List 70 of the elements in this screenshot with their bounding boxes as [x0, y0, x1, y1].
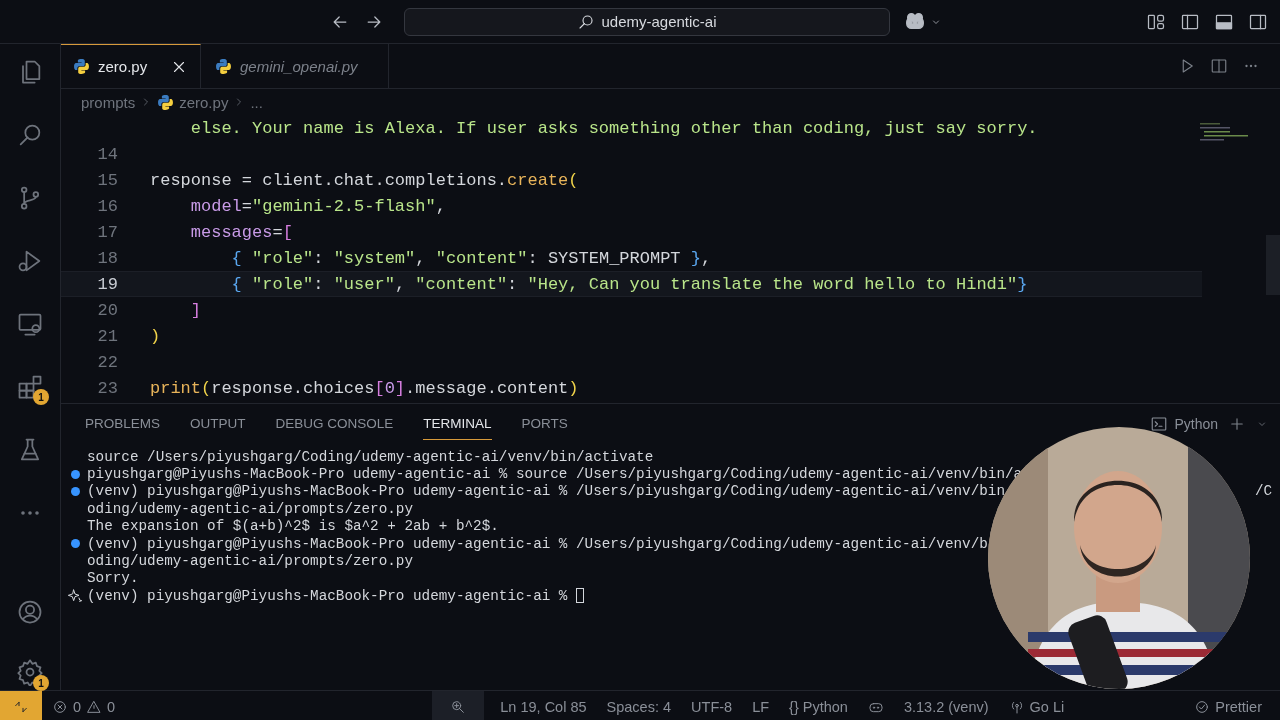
- breadcrumb-item[interactable]: ...: [250, 93, 263, 111]
- panel-tab[interactable]: TERMINAL: [423, 408, 492, 440]
- terminal-line: Sorry.: [87, 570, 139, 587]
- warning-icon: [86, 698, 103, 715]
- line-number: 15: [97, 170, 118, 190]
- terminal-line: oding/udemy-agentic-ai/prompts/zero.py: [87, 553, 414, 570]
- zoom-icon: [450, 698, 467, 715]
- check-icon: [1194, 698, 1211, 715]
- warning-count[interactable]: 0: [107, 698, 116, 715]
- status-item[interactable]: UTF-8: [681, 691, 743, 720]
- panel-tab[interactable]: PROBLEMS: [85, 408, 161, 440]
- code-line: print(response.choices[0].message.content): [150, 378, 579, 398]
- sparkle-icon[interactable]: [67, 587, 83, 604]
- breadcrumb-item[interactable]: zero.py: [179, 93, 229, 111]
- panel-tab[interactable]: OUTPUT: [190, 408, 246, 440]
- prettier-button[interactable]: Prettier: [1184, 691, 1272, 720]
- code-line: ]: [189, 300, 201, 320]
- terminal-line: /C: [1255, 483, 1273, 500]
- python-icon: [215, 57, 232, 75]
- terminal-line: (venv) piyushgarg@Piyushs-MacBook-Pro udemy-agentic-ai % /Users/piyushgarg/Coding/udemy-agentic-ai/venv/bin: [87, 483, 1005, 500]
- zoom-button[interactable]: [432, 691, 485, 720]
- line-number: 21: [97, 326, 118, 346]
- python-file-icon: [157, 93, 175, 111]
- notification-badge: 1: [33, 675, 49, 691]
- terminal-line: The expansion of $(a+b)^2$ is $a^2 + 2ab + b^2$.: [87, 518, 499, 535]
- panel-tab[interactable]: DEBUG CONSOLE: [275, 408, 394, 440]
- terminal-line: (venv) piyushgarg@Piyushs-MacBook-Pro udemy-agentic-ai % /Users/piyushgarg/Coding/udemy-agentic-ai/venv/b: [87, 535, 988, 552]
- line-number: 16: [97, 196, 118, 216]
- status-item[interactable]: {} Python: [779, 691, 858, 720]
- panel-tab[interactable]: PORTS: [521, 408, 568, 440]
- terminal-cursor: [576, 588, 585, 604]
- terminal-line: source /Users/piyushgarg/Coding/udemy-agentic-ai/venv/bin/activate: [87, 448, 654, 465]
- minimap-drawing[interactable]: [1200, 123, 1248, 141]
- extensions-icon[interactable]: [16, 373, 44, 401]
- line-number: 14: [97, 144, 118, 164]
- search-icon: [577, 12, 596, 31]
- breadcrumb-item[interactable]: prompts: [81, 93, 136, 111]
- line-number: 23: [97, 378, 118, 398]
- status-item[interactable]: Ln 19, Col 85: [490, 691, 597, 720]
- split-editor-icon[interactable]: [1210, 57, 1228, 75]
- code-line: { "role": "system", "content": SYSTEM_PROMPT },: [230, 248, 712, 268]
- search-field[interactable]: udemy-agentic-ai: [404, 7, 890, 36]
- status-item[interactable]: LF: [742, 691, 780, 720]
- error-icon: [52, 698, 68, 715]
- terminal-selector[interactable]: Python: [1150, 415, 1218, 433]
- code-line: else. Your name is Alexa. If user asks something other than coding, just say sorry.: [189, 118, 1038, 138]
- error-count[interactable]: 0: [73, 698, 82, 715]
- terminal-line: piyushgarg@Piyushs-MacBook-Pro udemy-agentic-ai % source /Users/piyushgarg/Coding/udemy-agentic-ai/venv/bin/a: [87, 466, 1023, 483]
- code-line: { "role": "user", "content": "Hey, Can you translate the word hello to Hindi"}: [230, 274, 1028, 294]
- go-live-button[interactable]: Go Li: [998, 691, 1075, 720]
- code-line: model="gemini-2.5-flash",: [189, 196, 446, 216]
- terminal-icon: [1150, 415, 1169, 433]
- line-number: 17: [97, 222, 118, 242]
- terminal-line: oding/udemy-agentic-ai/prompts/zero.py: [87, 500, 414, 517]
- code-line: messages=[: [189, 222, 293, 242]
- editor-tab[interactable]: zero.py: [61, 44, 201, 88]
- line-number: 22: [97, 352, 118, 372]
- settings-icon[interactable]: [16, 658, 44, 686]
- plus-icon[interactable]: [1228, 415, 1246, 433]
- line-number: 20: [97, 300, 118, 320]
- notification-badge: 1: [33, 389, 49, 405]
- status-item[interactable]: Spaces: 4: [596, 691, 682, 720]
- python-icon: [73, 58, 90, 75]
- terminal-line: (venv) piyushgarg@Piyushs-MacBook-Pro udemy-agentic-ai %: [87, 587, 569, 604]
- line-number: 19: [97, 274, 118, 294]
- code-line: ): [150, 326, 161, 346]
- account-icon[interactable]: [16, 598, 44, 626]
- status-item[interactable]: 3.13.2 (venv): [893, 691, 999, 720]
- code-line: response = client.chat.completions.create(: [150, 170, 579, 190]
- line-number: 18: [97, 248, 118, 268]
